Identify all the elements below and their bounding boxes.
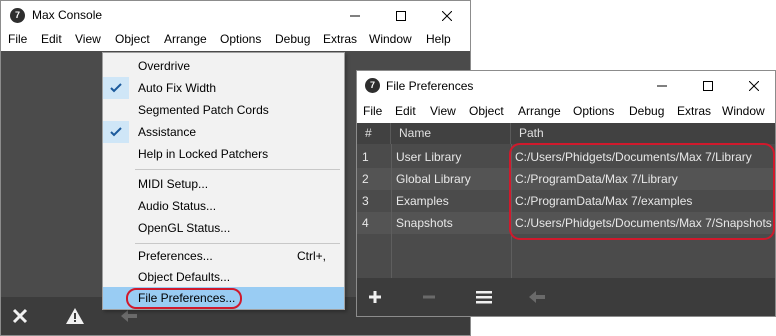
menu-window[interactable]: Window xyxy=(722,104,765,118)
minimize-button[interactable] xyxy=(639,71,685,99)
row-number: 2 xyxy=(362,172,369,186)
close-button[interactable] xyxy=(731,71,775,99)
menu-arrange[interactable]: Arrange xyxy=(518,104,561,118)
menu-window[interactable]: Window xyxy=(369,32,412,46)
maximize-icon xyxy=(703,80,713,91)
minimize-icon xyxy=(657,85,667,87)
close-icon xyxy=(748,80,760,92)
minimize-icon xyxy=(350,15,360,17)
menu-item-label: Audio Status... xyxy=(138,199,217,213)
row-name: Global Library xyxy=(396,172,471,186)
menu-object[interactable]: Object xyxy=(115,32,150,46)
menu-item-preferences[interactable]: Preferences... Ctrl+, xyxy=(103,245,344,267)
menu-file[interactable]: File xyxy=(8,32,27,46)
console-title: Max Console xyxy=(32,8,103,22)
list-icon[interactable] xyxy=(473,287,495,307)
checkmark-icon xyxy=(110,83,122,93)
menu-item-label: Object Defaults... xyxy=(138,270,231,284)
back-arrow-icon[interactable] xyxy=(526,287,548,307)
maximize-icon xyxy=(396,10,406,21)
menu-item-auto-fix-width[interactable]: Auto Fix Width xyxy=(103,77,344,99)
close-icon xyxy=(441,10,453,22)
close-button[interactable] xyxy=(424,1,470,29)
menu-item-label: Segmented Patch Cords xyxy=(138,103,269,117)
column-header-path[interactable]: Path xyxy=(511,123,775,144)
minimize-button[interactable] xyxy=(332,1,378,29)
menu-arrange[interactable]: Arrange xyxy=(164,32,207,46)
menu-item-segmented-patch-cords[interactable]: Segmented Patch Cords xyxy=(103,99,344,121)
warning-icon[interactable] xyxy=(64,306,86,326)
menu-edit[interactable]: Edit xyxy=(395,104,416,118)
file-preferences-menubar: File Edit View Object Arrange Options De… xyxy=(357,101,775,123)
menu-item-shortcut: Ctrl+, xyxy=(296,249,326,263)
menu-object[interactable]: Object xyxy=(469,104,504,118)
menu-item-label: Help in Locked Patchers xyxy=(138,147,269,161)
menu-item-audio-status[interactable]: Audio Status... xyxy=(103,195,344,217)
menu-view[interactable]: View xyxy=(75,32,101,46)
options-dropdown-menu: Overdrive Auto Fix Width Segmented Patch… xyxy=(102,52,345,310)
column-divider xyxy=(391,144,392,278)
menu-separator xyxy=(135,169,340,170)
checkmark-icon xyxy=(110,127,122,137)
menu-extras[interactable]: Extras xyxy=(323,32,357,46)
menu-view[interactable]: View xyxy=(430,104,456,118)
close-icon[interactable] xyxy=(9,306,31,326)
menu-debug[interactable]: Debug xyxy=(629,104,664,118)
menu-item-label: Overdrive xyxy=(138,59,191,73)
menu-item-midi-setup[interactable]: MIDI Setup... xyxy=(103,173,344,195)
max-app-icon: 7 xyxy=(10,8,25,23)
console-menubar: File Edit View Object Arrange Options De… xyxy=(1,29,470,81)
menu-item-opengl-status[interactable]: OpenGL Status... xyxy=(103,217,344,239)
menu-item-label: File Preferences... xyxy=(138,291,236,305)
file-preferences-footer xyxy=(357,278,775,316)
menu-extras[interactable]: Extras xyxy=(677,104,711,118)
row-number: 1 xyxy=(362,150,369,164)
row-number: 4 xyxy=(362,216,369,230)
row-number: 3 xyxy=(362,194,369,208)
paths-highlight xyxy=(509,143,775,240)
file-preferences-window: 7 File Preferences File Edit View Object… xyxy=(356,70,776,317)
row-name: User Library xyxy=(396,150,462,164)
file-preferences-titlebar[interactable]: 7 File Preferences xyxy=(357,71,775,99)
remove-icon[interactable] xyxy=(418,287,440,307)
menu-options[interactable]: Options xyxy=(220,32,261,46)
maximize-button[interactable] xyxy=(685,71,731,99)
menu-item-label: Preferences... xyxy=(138,249,213,263)
menu-file[interactable]: File xyxy=(363,104,382,118)
max-app-icon: 7 xyxy=(365,78,380,93)
console-titlebar[interactable]: 7 Max Console xyxy=(1,1,470,29)
menu-edit[interactable]: Edit xyxy=(41,32,62,46)
menu-item-help-in-locked-patchers[interactable]: Help in Locked Patchers xyxy=(103,143,344,165)
row-name: Snapshots xyxy=(396,216,453,230)
add-icon[interactable] xyxy=(364,287,386,307)
menu-item-assistance[interactable]: Assistance xyxy=(103,121,344,143)
menu-item-object-defaults[interactable]: Object Defaults... xyxy=(103,266,344,288)
column-header-number[interactable]: # xyxy=(357,123,391,144)
maximize-button[interactable] xyxy=(378,1,424,29)
column-header-name[interactable]: Name xyxy=(391,123,511,144)
menu-debug[interactable]: Debug xyxy=(275,32,310,46)
menu-options[interactable]: Options xyxy=(573,104,614,118)
menu-item-label: Assistance xyxy=(138,125,197,139)
row-name: Examples xyxy=(396,194,449,208)
checkmark-background xyxy=(103,77,129,99)
menu-separator xyxy=(135,243,340,244)
checkmark-background xyxy=(103,121,129,143)
menu-help[interactable]: Help xyxy=(426,32,451,46)
menu-item-file-preferences[interactable]: File Preferences... xyxy=(103,287,344,309)
file-preferences-title: File Preferences xyxy=(386,79,474,93)
menu-item-label: Auto Fix Width xyxy=(138,81,217,95)
menu-item-overdrive[interactable]: Overdrive xyxy=(103,55,344,77)
menu-item-label: MIDI Setup... xyxy=(138,177,209,191)
menu-item-label: OpenGL Status... xyxy=(138,221,231,235)
